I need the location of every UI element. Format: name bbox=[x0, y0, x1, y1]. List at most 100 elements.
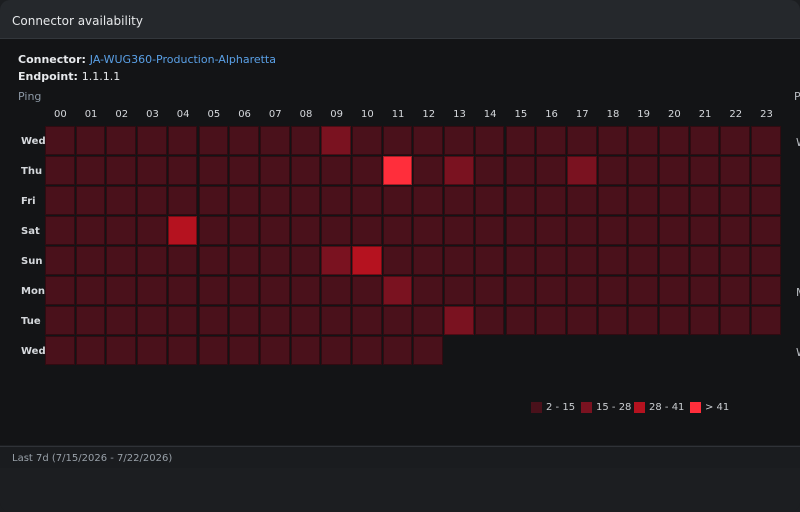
heatmap-cell[interactable] bbox=[229, 186, 259, 215]
heatmap-cell[interactable] bbox=[75, 216, 106, 245]
heatmap-cell[interactable] bbox=[198, 306, 229, 335]
heatmap-cell[interactable] bbox=[167, 336, 198, 365]
heatmap-cell[interactable] bbox=[413, 276, 444, 305]
heatmap-cell[interactable] bbox=[45, 156, 75, 185]
heatmap-cell[interactable] bbox=[536, 156, 566, 185]
heatmap-cell[interactable] bbox=[259, 336, 290, 365]
heatmap-cell[interactable] bbox=[413, 216, 444, 245]
heatmap-cell[interactable] bbox=[106, 126, 137, 155]
heatmap-cell[interactable] bbox=[167, 246, 198, 275]
heatmap-cell[interactable] bbox=[137, 336, 167, 365]
heatmap-cell[interactable] bbox=[474, 186, 505, 215]
heatmap-cell[interactable] bbox=[751, 276, 781, 305]
heatmap-cell[interactable] bbox=[566, 186, 597, 215]
heatmap-cell[interactable] bbox=[751, 306, 781, 335]
heatmap-cell[interactable] bbox=[659, 156, 689, 185]
heatmap-cell[interactable] bbox=[566, 156, 597, 185]
heatmap-cell[interactable] bbox=[75, 126, 106, 155]
heatmap-cell[interactable] bbox=[474, 246, 505, 275]
heatmap-cell[interactable] bbox=[198, 156, 229, 185]
heatmap-cell[interactable] bbox=[597, 126, 628, 155]
heatmap-cell[interactable] bbox=[45, 186, 75, 215]
heatmap-cell[interactable] bbox=[321, 336, 351, 365]
heatmap-cell[interactable] bbox=[259, 246, 290, 275]
heatmap-cell[interactable] bbox=[444, 246, 474, 275]
heatmap-cell[interactable] bbox=[628, 186, 658, 215]
heatmap-cell[interactable] bbox=[597, 246, 628, 275]
heatmap-cell[interactable] bbox=[290, 246, 321, 275]
heatmap-cell[interactable] bbox=[137, 156, 167, 185]
heatmap-cell[interactable] bbox=[628, 276, 658, 305]
heatmap-cell[interactable] bbox=[106, 186, 137, 215]
heatmap-cell[interactable] bbox=[505, 306, 536, 335]
heatmap-cell[interactable] bbox=[597, 216, 628, 245]
heatmap-cell[interactable] bbox=[659, 126, 689, 155]
heatmap-cell[interactable] bbox=[751, 216, 781, 245]
heatmap-cell[interactable] bbox=[444, 306, 474, 335]
heatmap-cell[interactable] bbox=[198, 216, 229, 245]
heatmap-cell[interactable] bbox=[751, 186, 781, 215]
heatmap-cell[interactable] bbox=[75, 306, 106, 335]
heatmap-cell[interactable] bbox=[628, 156, 658, 185]
heatmap-cell[interactable] bbox=[229, 306, 259, 335]
heatmap-cell[interactable] bbox=[45, 336, 75, 365]
heatmap-cell[interactable] bbox=[474, 216, 505, 245]
heatmap-cell[interactable] bbox=[167, 276, 198, 305]
heatmap-cell[interactable] bbox=[106, 246, 137, 275]
heatmap-cell[interactable] bbox=[229, 276, 259, 305]
heatmap-cell[interactable] bbox=[505, 186, 536, 215]
heatmap-cell[interactable] bbox=[259, 216, 290, 245]
heatmap-cell[interactable] bbox=[167, 216, 198, 245]
heatmap-cell[interactable] bbox=[321, 306, 351, 335]
heatmap-cell[interactable] bbox=[75, 156, 106, 185]
heatmap-cell[interactable] bbox=[106, 216, 137, 245]
heatmap-cell[interactable] bbox=[106, 336, 137, 365]
heatmap-cell[interactable] bbox=[659, 186, 689, 215]
heatmap-cell[interactable] bbox=[689, 246, 720, 275]
heatmap-cell[interactable] bbox=[566, 126, 597, 155]
heatmap-cell[interactable] bbox=[75, 276, 106, 305]
heatmap-cell[interactable] bbox=[382, 336, 413, 365]
heatmap-cell[interactable] bbox=[198, 186, 229, 215]
heatmap-cell[interactable] bbox=[413, 156, 444, 185]
heatmap-cell[interactable] bbox=[352, 336, 382, 365]
heatmap-cell[interactable] bbox=[720, 306, 751, 335]
heatmap-cell[interactable] bbox=[474, 306, 505, 335]
heatmap-cell[interactable] bbox=[167, 186, 198, 215]
heatmap-cell[interactable] bbox=[413, 306, 444, 335]
heatmap-cell[interactable] bbox=[321, 126, 351, 155]
heatmap-cell[interactable] bbox=[75, 246, 106, 275]
heatmap-cell[interactable] bbox=[689, 276, 720, 305]
heatmap-cell[interactable] bbox=[628, 126, 658, 155]
heatmap-cell[interactable] bbox=[382, 246, 413, 275]
heatmap-cell[interactable] bbox=[106, 156, 137, 185]
heatmap-cell[interactable] bbox=[229, 126, 259, 155]
heatmap-cell[interactable] bbox=[382, 156, 413, 185]
heatmap-cell[interactable] bbox=[45, 216, 75, 245]
heatmap-cell[interactable] bbox=[659, 276, 689, 305]
heatmap-cell[interactable] bbox=[444, 276, 474, 305]
heatmap-cell[interactable] bbox=[444, 156, 474, 185]
heatmap-cell[interactable] bbox=[720, 216, 751, 245]
heatmap-cell[interactable] bbox=[751, 126, 781, 155]
heatmap-cell[interactable] bbox=[720, 276, 751, 305]
heatmap-cell[interactable] bbox=[290, 276, 321, 305]
heatmap-cell[interactable] bbox=[597, 306, 628, 335]
heatmap-cell[interactable] bbox=[689, 306, 720, 335]
heatmap-cell[interactable] bbox=[382, 186, 413, 215]
heatmap-cell[interactable] bbox=[382, 306, 413, 335]
heatmap-cell[interactable] bbox=[720, 186, 751, 215]
heatmap-cell[interactable] bbox=[382, 276, 413, 305]
heatmap-cell[interactable] bbox=[689, 126, 720, 155]
heatmap-cell[interactable] bbox=[597, 186, 628, 215]
heatmap-cell[interactable] bbox=[259, 306, 290, 335]
heatmap-cell[interactable] bbox=[352, 306, 382, 335]
heatmap-cell[interactable] bbox=[566, 306, 597, 335]
heatmap-cell[interactable] bbox=[352, 276, 382, 305]
heatmap-cell[interactable] bbox=[137, 186, 167, 215]
heatmap-cell[interactable] bbox=[259, 126, 290, 155]
heatmap-cell[interactable] bbox=[536, 306, 566, 335]
heatmap-cell[interactable] bbox=[229, 336, 259, 365]
heatmap-cell[interactable] bbox=[137, 306, 167, 335]
heatmap-cell[interactable] bbox=[259, 156, 290, 185]
